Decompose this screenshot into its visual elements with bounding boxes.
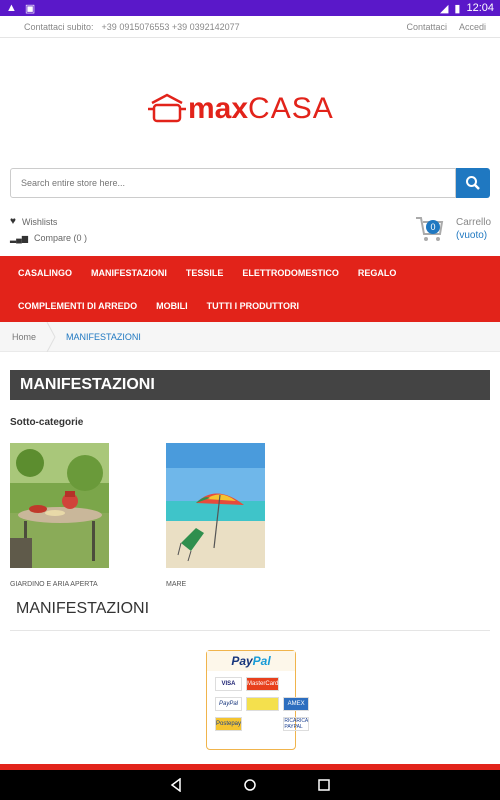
paypal-badge: Pay Pal VISA MasterCard PayPal AMEX Poste… (206, 650, 309, 750)
wishlists-label: Wishlists (21, 216, 58, 227)
mastercard-icon: MasterCard (246, 677, 280, 691)
logo-casa: CASA (248, 92, 334, 125)
amex-card-icon: AMEX (283, 697, 309, 711)
garden-table-image[interactable] (10, 443, 109, 568)
nav-elettrodomestico[interactable]: ELETTRODOMESTICO (242, 268, 339, 278)
image-icon: ▣ (24, 2, 36, 15)
nav-manifestazioni[interactable]: MANIFESTAZIONI (91, 268, 167, 278)
cart[interactable]: 0 Carrello (vuoto) (414, 214, 491, 244)
battery-icon: ▮ (454, 2, 461, 15)
main-navigation: CASALINGO MANIFESTAZIONI TESSILE ELETTRO… (0, 256, 500, 322)
back-icon[interactable] (169, 778, 183, 792)
cart-status: (vuoto) (456, 230, 488, 241)
pot-icon (148, 93, 186, 123)
search-button[interactable] (456, 168, 490, 198)
nav-casalingo[interactable]: CASALINGO (18, 268, 72, 278)
cart-label: Carrello (456, 217, 492, 228)
nav-complementi-di-arredo[interactable]: COMPLEMENTI DI ARREDO (18, 301, 137, 311)
cart-count: 0 (426, 220, 440, 234)
breadcrumb-separator-icon (46, 321, 56, 352)
paypal-card-icon: PayPal (215, 697, 243, 711)
subcategory-mare-label[interactable]: MARE (166, 581, 266, 588)
subcategories-label: Sotto-categorie (10, 417, 84, 428)
search-bar (10, 168, 490, 198)
header-links: ♥ Wishlists ▂▄▆ Compare (0 ) (10, 216, 87, 249)
clock: 12:04 (466, 2, 494, 14)
nav-regalo[interactable]: REGALO (358, 268, 397, 278)
divider (10, 630, 490, 631)
paypal-logo: Pay Pal (207, 651, 295, 671)
contact-label: Contattaci subito: (24, 21, 94, 32)
warning-icon: ▲ (6, 2, 17, 14)
logo-max: max (188, 92, 249, 125)
home-icon[interactable] (243, 778, 257, 792)
search-input[interactable] (10, 168, 456, 198)
breadcrumb: Home MANIFESTAZIONI (0, 321, 500, 352)
subcategory-giardino-label[interactable]: GIARDINO E ARIA APERTA (10, 581, 110, 588)
subcategory-mare[interactable]: MARE (166, 443, 266, 588)
search-icon (466, 176, 480, 190)
heart-icon: ♥ (10, 216, 16, 227)
visa-card-icon: VISA (215, 677, 243, 691)
status-bar: ▲ ▣ ◢ ▮ 12:04 (0, 0, 500, 16)
contact-link[interactable]: Contattaci (406, 22, 447, 32)
nav-tutti-i-produttori[interactable]: TUTTI I PRODUTTORI (207, 301, 299, 311)
beach-image[interactable] (166, 443, 265, 568)
bar-chart-icon: ▂▄▆ (10, 233, 28, 243)
nav-tessile[interactable]: TESSILE (186, 268, 224, 278)
site-logo[interactable]: maxCASA (146, 92, 334, 126)
wishlists-link[interactable]: ♥ Wishlists (10, 216, 87, 227)
recents-icon[interactable] (317, 778, 331, 792)
card-icon (246, 697, 280, 711)
breadcrumb-home[interactable]: Home (12, 332, 36, 342)
phone-numbers[interactable]: +39 0915076553 +39 0392142077 (102, 22, 240, 32)
signal-icon: ◢ (439, 2, 449, 15)
ricarica-paypal-icon: RICARICA PAYPAL (283, 717, 309, 731)
postepay-card-icon: Postepay (215, 717, 243, 731)
compare-label: Compare (0 ) (33, 233, 87, 243)
login-link[interactable]: Accedi (459, 22, 486, 32)
android-navigation-bar (0, 770, 500, 800)
section-title: MANIFESTAZIONI (16, 600, 150, 617)
page-title: MANIFESTAZIONI (10, 370, 490, 400)
top-contact-bar: Contattaci subito: +39 0915076553 +39 03… (0, 16, 500, 38)
breadcrumb-current[interactable]: MANIFESTAZIONI (66, 332, 141, 342)
compare-link[interactable]: ▂▄▆ Compare (0 ) (10, 233, 87, 243)
nav-mobili[interactable]: MOBILI (156, 301, 188, 311)
subcategory-giardino[interactable]: GIARDINO E ARIA APERTA (10, 443, 110, 588)
